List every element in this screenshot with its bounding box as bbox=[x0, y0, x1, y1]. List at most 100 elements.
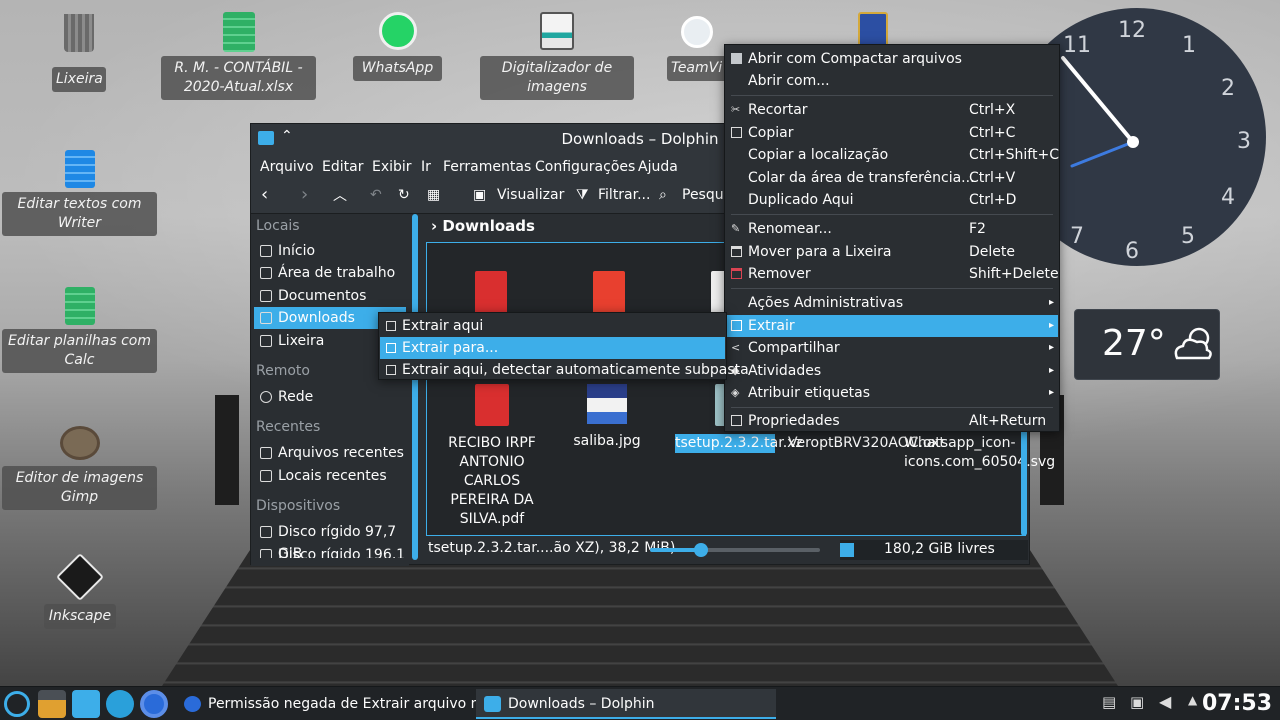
menu-ajuda[interactable]: Ajuda bbox=[638, 159, 678, 175]
places-item-arquivos-recentes[interactable]: Arquivos recentes bbox=[254, 442, 406, 464]
submenu-item-extrair-para[interactable]: Extrair para... bbox=[380, 337, 725, 359]
submenu-item-extrair-aqui[interactable]: Extrair aqui bbox=[380, 315, 725, 337]
menu-item-atividades[interactable]: ◆ Atividades ▸ bbox=[726, 360, 1058, 382]
forward-icon[interactable]: › bbox=[301, 184, 308, 205]
clipboard-icon[interactable]: ▤ bbox=[1102, 693, 1116, 711]
menu-item-shortcut: Ctrl+X bbox=[969, 102, 1016, 118]
menu-exibir[interactable]: Exibir bbox=[372, 159, 412, 175]
back-icon[interactable]: ‹ bbox=[261, 184, 268, 205]
desktop-icon-calc[interactable]: Editar planilhas com Calc bbox=[2, 285, 157, 375]
desktop-icon-spreadsheet[interactable]: R. M. - CONTÁBIL - 2020-Atual.xlsx bbox=[161, 10, 316, 102]
menu-separator bbox=[731, 288, 1053, 289]
free-space-label: 180,2 GiB livres bbox=[884, 541, 995, 557]
task-permission-dialog[interactable]: Permissão negada de Extrair arquivo na..… bbox=[176, 689, 502, 719]
desktop-icon-label: Lixeira bbox=[52, 67, 106, 92]
menu-ir[interactable]: Ir bbox=[421, 159, 431, 175]
menu-item-propriedades[interactable]: Propriedades Alt+Return bbox=[726, 410, 1058, 432]
up-icon[interactable]: ︿ bbox=[333, 185, 347, 205]
places-item-disco-1[interactable]: Disco rígido 97,7 GiB bbox=[254, 521, 406, 562]
task-dolphin[interactable]: Downloads – Dolphin bbox=[476, 689, 776, 719]
places-item-inicio[interactable]: Início bbox=[254, 240, 406, 262]
menu-item-abrir-com[interactable]: Abrir com... bbox=[726, 70, 1058, 92]
menu-item-label: Abrir com... bbox=[748, 73, 830, 89]
presentation-icon[interactable] bbox=[593, 271, 625, 315]
zoom-slider-handle[interactable] bbox=[694, 543, 708, 557]
menu-item-shortcut: Ctrl+Shift+C bbox=[969, 147, 1059, 163]
places-header-remoto: Remoto bbox=[256, 363, 310, 379]
preview-icon[interactable]: ▣ bbox=[473, 187, 486, 203]
places-item-locais-recentes[interactable]: Locais recentes bbox=[254, 465, 406, 487]
extract-icon bbox=[386, 343, 396, 353]
filter-icon[interactable]: ⧩ bbox=[576, 187, 589, 203]
places-item-documentos[interactable]: Documentos bbox=[254, 285, 406, 307]
desktop-icon-inkscape[interactable]: Inkscape bbox=[44, 552, 116, 630]
view-button[interactable]: Visualizar bbox=[497, 187, 564, 203]
desktop-icon-whatsapp[interactable]: WhatsApp bbox=[353, 10, 442, 84]
desktop-icon-scanner[interactable]: Digitalizador de imagens bbox=[480, 10, 634, 102]
telegram-icon[interactable] bbox=[106, 690, 134, 718]
menu-item-shortcut: Alt+Return bbox=[969, 413, 1047, 429]
filter-button[interactable]: Filtrar... bbox=[598, 187, 650, 203]
menu-item-abrir-compactar[interactable]: Abrir com Compactar arquivos bbox=[726, 48, 1058, 70]
view-mode-icon[interactable]: ▦ bbox=[427, 187, 440, 203]
places-header-recentes: Recentes bbox=[256, 419, 321, 435]
menu-item-atribuir-etiquetas[interactable]: ◈ Atribuir etiquetas ▸ bbox=[726, 382, 1058, 404]
desktop-icon-teamviewer[interactable]: TeamVi bbox=[667, 10, 727, 84]
properties-icon bbox=[731, 415, 742, 426]
copy-icon bbox=[731, 127, 742, 138]
delete-icon bbox=[731, 268, 742, 279]
file-item[interactable]: RECIBO IRPF ANTONIO CARLOS PEREIRA DA SI… bbox=[442, 384, 542, 529]
desktop-icon-gimp[interactable]: Editor de imagens Gimp bbox=[2, 422, 157, 512]
desktop-icon-label: Digitalizador de imagens bbox=[480, 56, 634, 100]
taskbar-clock[interactable]: 07:53 bbox=[1202, 689, 1272, 719]
menu-separator bbox=[731, 95, 1053, 96]
status-selection: tsetup.2.3.2.tar....ão XZ), 38,2 MiB) bbox=[428, 540, 676, 556]
desktop-icon-writer[interactable]: Editar textos com Writer bbox=[2, 148, 157, 238]
places-item-area-de-trabalho[interactable]: Área de trabalho bbox=[254, 262, 406, 284]
menu-item-acoes-administrativas[interactable]: Ações Administrativas ▸ bbox=[726, 292, 1058, 314]
menu-item-extrair[interactable]: Extrair ▸ bbox=[726, 315, 1058, 337]
file-name: VeroptBRV320AOC.oxt bbox=[788, 435, 945, 451]
menu-item-label: Atividades bbox=[748, 363, 822, 379]
app-launcher-icon[interactable] bbox=[4, 691, 30, 717]
menu-item-duplicar[interactable]: Duplicado Aqui Ctrl+D bbox=[726, 189, 1058, 211]
documents-icon bbox=[260, 290, 272, 302]
reload-icon[interactable]: ↻ bbox=[398, 187, 410, 203]
menu-arquivo[interactable]: Arquivo bbox=[260, 159, 314, 175]
menu-item-mover-lixeira[interactable]: Mover para a Lixeira Delete bbox=[726, 241, 1058, 263]
rename-icon: ✎ bbox=[731, 222, 741, 235]
menu-item-remover[interactable]: Remover Shift+Delete bbox=[726, 263, 1059, 285]
chromium-icon[interactable] bbox=[140, 690, 168, 718]
network-icon[interactable]: ▣ bbox=[1130, 693, 1144, 711]
breadcrumb[interactable]: › Downloads bbox=[431, 217, 535, 235]
places-scrollbar[interactable] bbox=[412, 214, 418, 560]
menu-item-recortar[interactable]: ✂ Recortar Ctrl+X bbox=[726, 99, 1058, 121]
chevron-right-icon: ▸ bbox=[1048, 342, 1054, 353]
zoom-slider[interactable] bbox=[650, 543, 820, 557]
places-panel: Locais Início Área de trabalho Documento… bbox=[251, 214, 409, 566]
search-button[interactable]: Pesqui bbox=[682, 187, 728, 203]
tray-expand-icon[interactable]: ▲ bbox=[1188, 693, 1197, 707]
submenu-item-extrair-subpasta[interactable]: Extrair aqui, detectar automaticamente s… bbox=[380, 359, 749, 381]
inkscape-icon bbox=[55, 552, 105, 602]
desktop-icon-trash[interactable]: Lixeira bbox=[52, 12, 106, 92]
search-icon[interactable]: ⌕ bbox=[659, 187, 667, 203]
menu-ferramentas[interactable]: Ferramentas bbox=[443, 159, 531, 175]
menu-configuracoes[interactable]: Configurações bbox=[535, 159, 635, 175]
menu-separator bbox=[731, 407, 1053, 408]
places-item-disco-2[interactable]: Disco rígido 196,1 bbox=[254, 544, 406, 558]
pdf-icon[interactable] bbox=[475, 271, 507, 315]
menu-editar[interactable]: Editar bbox=[322, 159, 363, 175]
menu-item-renomear[interactable]: ✎ Renomear... F2 bbox=[726, 218, 1058, 240]
menu-item-copiar-localizacao[interactable]: Copiar a localização Ctrl+Shift+C bbox=[726, 144, 1059, 166]
undo-icon[interactable]: ↶ bbox=[370, 187, 382, 203]
menu-item-compartilhar[interactable]: < Compartilhar ▸ bbox=[726, 337, 1058, 359]
chromium-icon bbox=[184, 696, 201, 712]
volume-icon[interactable]: ◀ bbox=[1159, 692, 1171, 711]
file-manager-icon[interactable] bbox=[72, 690, 100, 718]
menu-item-colar[interactable]: Colar da área de transferência... Ctrl+V bbox=[726, 167, 1058, 189]
places-item-rede[interactable]: Rede bbox=[254, 386, 406, 408]
calculator-icon[interactable] bbox=[38, 690, 66, 718]
file-item[interactable]: saliba.jpg bbox=[557, 384, 657, 451]
menu-item-copiar[interactable]: Copiar Ctrl+C bbox=[726, 122, 1058, 144]
